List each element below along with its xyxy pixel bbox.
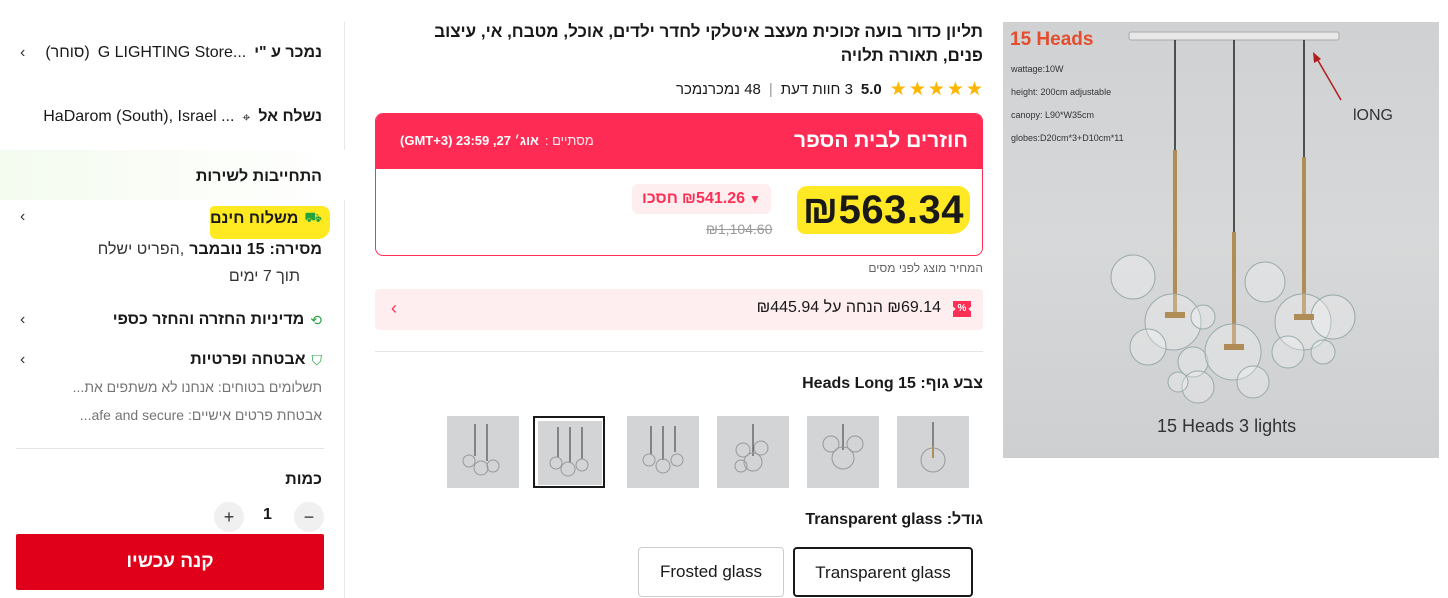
discount-amount: ₪541.26	[681, 190, 745, 207]
product-title: תליון כדור בועה זכוכית מעצב איטלקי לחדר …	[434, 22, 983, 65]
tax-note: המחיר מוצג לפני מסים	[868, 261, 983, 275]
delivery-date: 15 נובמבר	[189, 241, 265, 258]
star-icon: ★	[927, 78, 945, 100]
ship-to-row[interactable]: נשלח אל ⌖ HaDarom (South), Israel ...	[43, 108, 322, 126]
divider	[375, 351, 983, 352]
product-main-image[interactable]: 15 Heads wattage:10W height: 200cm adjus…	[1003, 22, 1439, 458]
chevron-left-icon[interactable]: ‹	[391, 298, 397, 319]
returns-row[interactable]: ⟲ מדיניות החזרה והחזר כספי	[113, 311, 322, 329]
chevron-left-icon[interactable]: ‹	[20, 311, 25, 329]
original-price: ₪1,104.60	[706, 221, 773, 237]
color-thumb[interactable]	[447, 416, 519, 488]
return-icon: ⟲	[310, 311, 322, 328]
star-icon: ★	[889, 78, 907, 100]
size-option-transparent[interactable]: Transparent glass	[793, 547, 973, 597]
size-label: גודל:	[946, 511, 983, 528]
arrow-down-icon: ▼	[748, 192, 761, 206]
delivery-within: תוך 7 ימים	[228, 268, 300, 285]
current-price: ₪563.34	[796, 186, 970, 234]
color-thumb[interactable]	[627, 416, 699, 488]
shield-check-icon: ⛉	[311, 351, 323, 368]
ship-to-value[interactable]: HaDarom (South), Israel ...	[43, 108, 234, 126]
chevron-left-icon[interactable]: ‹	[20, 208, 25, 226]
thumb-image	[538, 421, 602, 485]
deal-title: חוזרים לבית הספר	[794, 129, 968, 152]
size-value: Transparent glass	[805, 511, 943, 528]
security-detail-1: תשלומים בטוחים: אנחנו לא משתפים את...	[72, 379, 322, 395]
color-thumb[interactable]	[717, 416, 789, 488]
separator: |	[768, 80, 773, 98]
delivery-row: מסירה: 15 נובמבר ,הפריט ישלח	[98, 241, 322, 259]
free-shipping-row[interactable]: ⛟ משלוח חינם	[210, 209, 322, 228]
purchase-sidebar: נמכר ע "י G LIGHTING Store... (סוחר) ‹ נ…	[0, 22, 345, 598]
star-icon: ★	[946, 78, 964, 100]
deal-box: חוזרים לבית הספר מסתיים : אוג׳ 27, 23:59…	[375, 113, 983, 256]
returns-label: מדיניות החזרה והחזר כספי	[112, 311, 305, 328]
discount-word: חסכו	[642, 190, 678, 207]
color-thumb[interactable]	[897, 416, 969, 488]
deal-countdown: מסתיים : אוג׳ 27, 23:59 (GMT+3)	[400, 133, 594, 148]
star-icon: ★	[908, 78, 926, 100]
store-role: (סוחר)	[45, 44, 90, 61]
security-detail-2: אבטחת פרטים אישיים: afe and secure...	[79, 407, 322, 423]
security-label: אבטחה ופרטיות	[190, 351, 306, 368]
color-thumb[interactable]	[807, 416, 879, 488]
rating-score: 5.0	[860, 80, 882, 98]
coupon-text: ₪69.14 הנחה על ₪445.94	[756, 299, 941, 316]
discount-badge: ▼ ₪541.26 חסכו	[632, 184, 771, 214]
image-specs: wattage:10W height: 200cm adjustable can…	[1011, 58, 1124, 150]
thumb-image	[717, 416, 789, 488]
quantity-plus-button[interactable]: +	[214, 502, 244, 532]
thumb-image	[627, 416, 699, 488]
chevron-left-icon[interactable]: ‹	[20, 44, 25, 62]
deal-ends-label: מסתיים :	[544, 133, 594, 148]
color-option-label: צבע גוף: 15 Heads Long	[802, 375, 983, 393]
sold-by-label: נמכר ע "י	[254, 44, 322, 61]
image-spec-line: globes:D20cm*3+D10cm*11	[1011, 133, 1124, 143]
image-annotation: lONG	[1353, 107, 1393, 124]
image-caption: 15 Heads 3 lights	[1157, 416, 1297, 436]
color-label: צבע גוף:	[920, 375, 983, 392]
truck-icon: ⛟	[304, 209, 322, 225]
store-name[interactable]: G LIGHTING Store...	[98, 44, 246, 62]
image-spec-line: canopy: L90*W35cm	[1011, 110, 1095, 120]
security-row[interactable]: ⛉ אבטחה ופרטיות	[190, 351, 322, 369]
size-option-frosted[interactable]: Frosted glass	[638, 547, 784, 597]
thumb-image	[807, 416, 879, 488]
free-shipping-label: משלוח חינם	[209, 209, 299, 227]
thumb-image	[897, 416, 969, 488]
service-commitment-title: התחייבות לשירות	[195, 168, 322, 185]
color-value: 15 Heads Long	[802, 375, 916, 392]
divider	[16, 448, 324, 449]
rating-row: ★ ★ ★ ★ ★ 5.0 3 חוות דעת | 48 נמכרנמכר	[676, 78, 983, 100]
reviews-link[interactable]: 3 חוות דעת	[781, 81, 853, 98]
image-spec-line: wattage:10W	[1011, 64, 1064, 74]
delivery-label: מסירה:	[269, 241, 323, 258]
delivery-suffix: ,הפריט ישלח	[97, 241, 185, 258]
sold-count: 48 נמכרנמכר	[675, 80, 761, 98]
sold-by-row[interactable]: נמכר ע "י G LIGHTING Store... (סוחר)	[45, 44, 322, 62]
chevron-left-icon[interactable]: ‹	[20, 351, 25, 369]
location-pin-icon: ⌖	[242, 108, 251, 125]
size-option-label: גודל: Transparent glass	[805, 511, 983, 529]
coupon-bar[interactable]: % ₪69.14 הנחה על ₪445.94 ‹	[375, 289, 983, 330]
deal-ends-time: אוג׳ 27, 23:59 (GMT+3)	[400, 133, 539, 148]
quantity-minus-button[interactable]: −	[294, 502, 324, 532]
color-thumb-selected[interactable]	[533, 416, 605, 488]
quantity-value[interactable]: 1	[263, 506, 272, 524]
thumb-image	[447, 416, 519, 488]
image-heading: 15 Heads	[1010, 29, 1094, 50]
rating-stars: ★ ★ ★ ★ ★	[890, 80, 983, 99]
ship-to-label: נשלח אל	[258, 108, 322, 125]
deal-banner: חוזרים לבית הספר מסתיים : אוג׳ 27, 23:59…	[376, 114, 982, 169]
quantity-label: כמות	[285, 471, 322, 488]
star-icon: ★	[965, 78, 983, 100]
coupon-tag-icon: %	[953, 301, 971, 317]
buy-now-button[interactable]: קנה עכשיו	[16, 534, 324, 590]
image-spec-line: height: 200cm adjustable	[1011, 87, 1112, 97]
